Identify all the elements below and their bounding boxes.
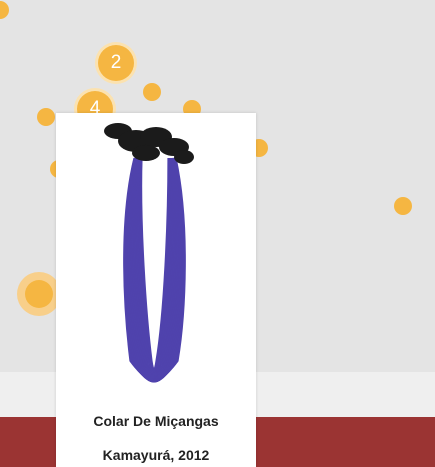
active-marker[interactable] <box>25 280 53 308</box>
popup-subtitle: Kamayurá, 2012 <box>102 447 210 463</box>
necklace-illustration <box>104 123 194 383</box>
cluster-count: 2 <box>110 52 122 73</box>
map-marker[interactable] <box>0 1 9 19</box>
necklace-knot <box>174 150 194 164</box>
necklace-knot <box>132 145 160 161</box>
cluster-marker[interactable]: 2 <box>98 45 134 81</box>
map-marker[interactable] <box>143 83 161 101</box>
necklace-image <box>56 113 256 411</box>
popup-card[interactable]: Colar De Miçangas Kamayurá, 2012 <box>56 113 256 467</box>
popup-title: Colar De Miçangas <box>93 413 219 429</box>
map-marker[interactable] <box>394 197 412 215</box>
map-marker[interactable] <box>37 108 55 126</box>
